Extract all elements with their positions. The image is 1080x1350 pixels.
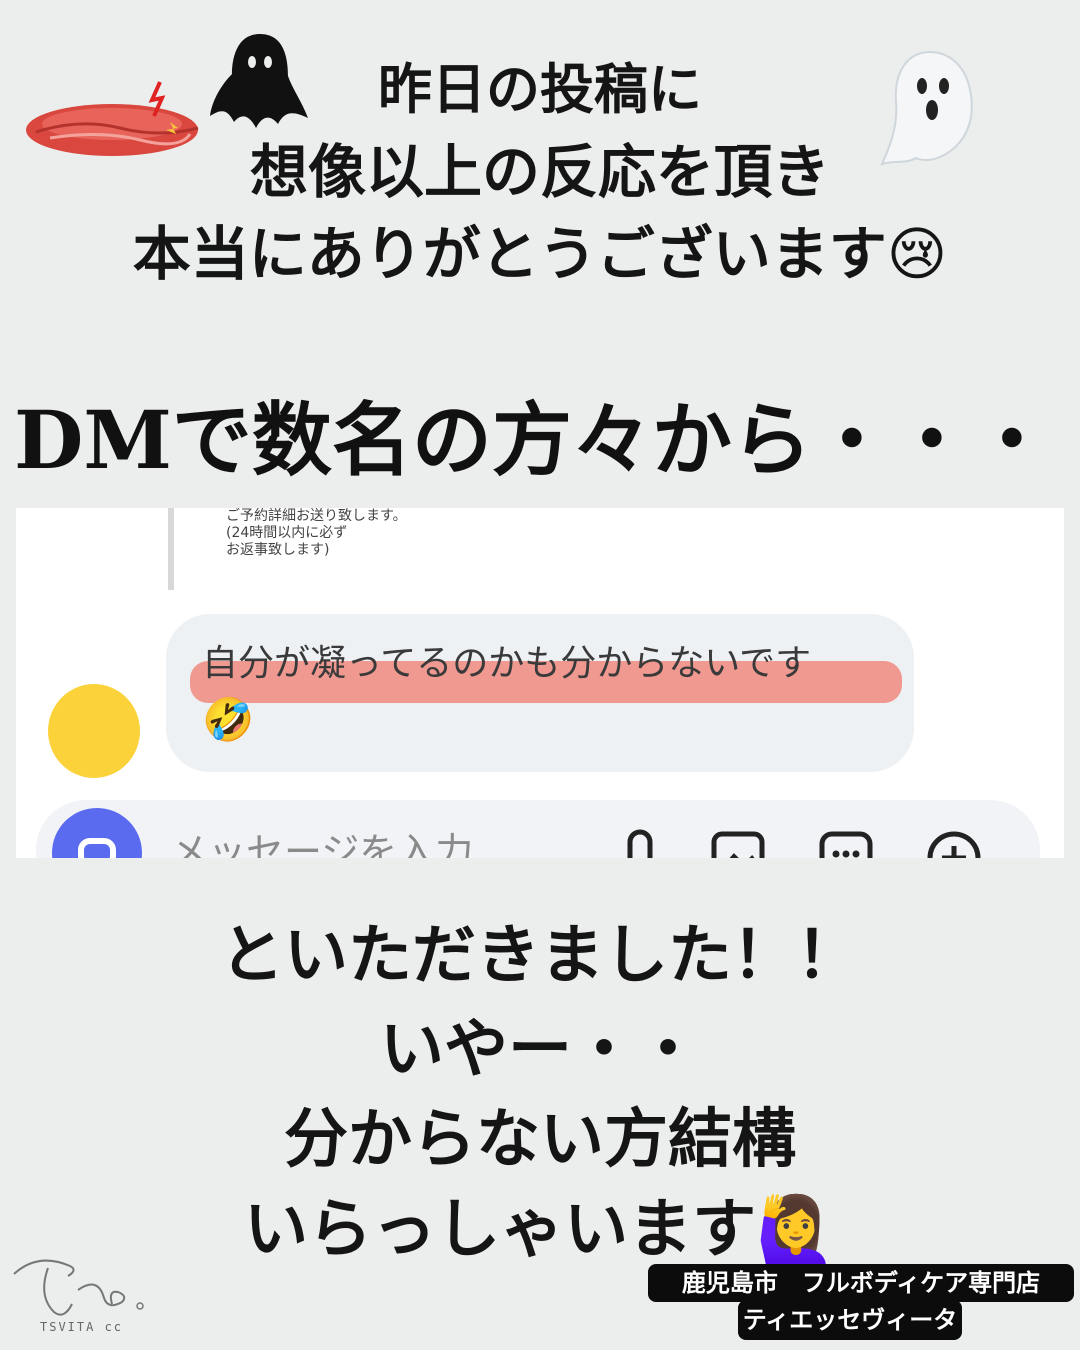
body-line-1: といただきました！！ <box>220 919 860 993</box>
image-icon[interactable] <box>710 828 766 858</box>
chat-screenshot: ご予約詳細お送り致します。 (24時間以内に必ず お返事致します) 自分が凝って… <box>16 508 1064 858</box>
dm-heading: DMで数名の方々から・・・・ <box>14 393 1080 487</box>
previous-message-bar <box>168 508 174 590</box>
body-line-2: いやー・・ <box>380 1013 700 1087</box>
shop-location-tag: 鹿児島市 フルボディケア専門店 <box>648 1264 1074 1302</box>
camera-icon <box>78 838 116 858</box>
plus-icon[interactable] <box>926 828 982 858</box>
body-line-4: いらっしゃいます🙋‍♀️ <box>244 1193 836 1267</box>
message-text: 自分が凝ってるのかも分からないです <box>202 643 812 684</box>
shop-name-tag: ティエッセヴィータ <box>738 1300 962 1340</box>
body-line-3: 分からない方結構 <box>284 1103 796 1177</box>
header-line-3: 本当にありがとうございます😢 <box>132 220 948 288</box>
microphone-icon[interactable] <box>612 828 668 858</box>
rofl-emoji-icon: 🤣 <box>202 695 255 744</box>
sticker-icon[interactable] <box>818 828 874 858</box>
header-line-1: 昨日の投稿に <box>378 58 702 121</box>
message-input[interactable]: メッセージを入力 <box>170 828 473 858</box>
brand-logo-text: TSVITA cc <box>40 1320 124 1334</box>
previous-message-text: ご予約詳細お送り致します。 (24時間以内に必ず お返事致します) <box>226 508 407 558</box>
header-line-2: 想像以上の反応を頂き <box>249 138 830 206</box>
avatar[interactable] <box>48 684 140 778</box>
